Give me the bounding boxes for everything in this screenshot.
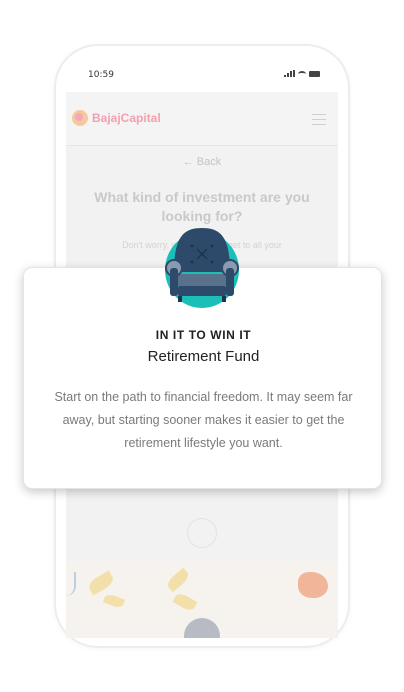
status-icons xyxy=(284,70,320,77)
next-circle-button[interactable] xyxy=(187,518,217,548)
card-description: Start on the path to financial freedom. … xyxy=(54,390,353,450)
coral-decoration xyxy=(298,572,328,598)
app-header: BajajCapital xyxy=(66,92,338,146)
leaf-decoration xyxy=(86,570,116,596)
brand-name: BajajCapital xyxy=(92,111,161,125)
leaf-decoration xyxy=(164,567,192,593)
wifi-icon xyxy=(298,70,306,77)
blue-line-decoration xyxy=(66,572,76,596)
status-time: 10:59 xyxy=(88,70,114,80)
signal-icon xyxy=(284,70,295,77)
decorative-footer xyxy=(66,562,338,638)
card-subtitle: Retirement Fund xyxy=(147,348,260,365)
battery-icon xyxy=(309,70,320,77)
back-link[interactable]: ← Back xyxy=(66,156,338,168)
question-title: What kind of investment are you looking … xyxy=(94,189,310,224)
menu-icon[interactable] xyxy=(312,114,326,125)
status-bar: 10:59 xyxy=(66,60,338,92)
leaf-decoration xyxy=(172,591,198,613)
brand-logo-icon xyxy=(72,110,88,126)
circle-decoration xyxy=(184,618,220,638)
card-title: IN IT TO WIN IT xyxy=(155,328,252,342)
brand-logo[interactable]: BajajCapital xyxy=(72,110,161,126)
leaf-decoration xyxy=(102,592,126,610)
armchair-illustration xyxy=(165,228,239,308)
